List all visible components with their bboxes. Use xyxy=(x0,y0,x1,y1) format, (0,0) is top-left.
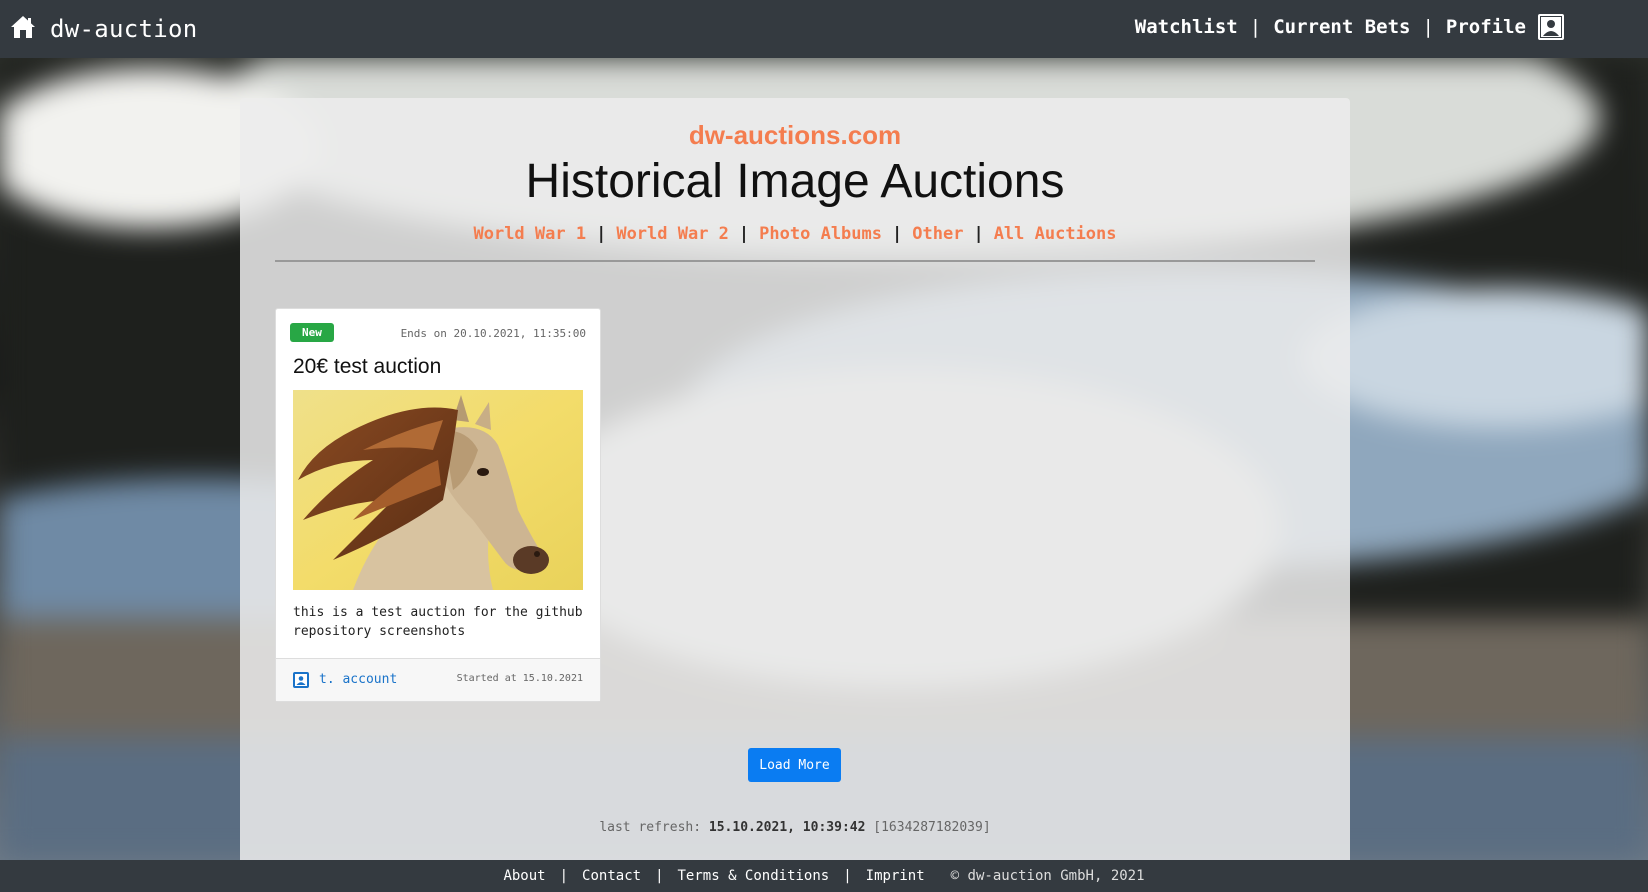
top-navbar: dw-auction Watchlist | Current Bets | Pr… xyxy=(0,0,1648,58)
status-badge: New xyxy=(290,323,334,342)
category-separator: | xyxy=(973,224,984,244)
user-icon xyxy=(293,672,309,688)
load-more-button[interactable]: Load More xyxy=(748,748,841,782)
category-other[interactable]: Other xyxy=(912,224,963,244)
auction-card[interactable]: New Ends on 20.10.2021, 11:35:00 20€ tes… xyxy=(275,308,601,702)
page-title: Historical Image Auctions xyxy=(525,155,1065,208)
category-world-war-2[interactable]: World War 2 xyxy=(616,224,729,244)
brand-name: dw-auction xyxy=(50,15,198,43)
card-footer: t. account Started at 15.10.2021 xyxy=(276,658,600,701)
category-separator: | xyxy=(892,224,903,244)
footer-terms-link[interactable]: Terms & Conditions xyxy=(678,868,830,884)
footer-separator: | xyxy=(655,868,664,884)
watchlist-link[interactable]: Watchlist xyxy=(1135,16,1238,38)
brand-link[interactable]: dw-auction xyxy=(10,0,198,58)
current-bets-link[interactable]: Current Bets xyxy=(1273,16,1410,38)
refresh-label: last refresh: xyxy=(599,820,702,835)
category-separator: | xyxy=(738,224,750,244)
auction-start-date: Started at 15.10.2021 xyxy=(456,673,583,684)
page-footer: About | Contact | Terms & Conditions | I… xyxy=(0,860,1648,892)
auction-image[interactable] xyxy=(293,390,583,590)
footer-about-link[interactable]: About xyxy=(503,868,545,884)
user-icon[interactable] xyxy=(1538,14,1564,40)
home-icon xyxy=(10,15,36,43)
category-world-war-1[interactable]: World War 1 xyxy=(473,224,586,244)
refresh-datetime: 15.10.2021, 10:39:42 xyxy=(708,820,866,835)
user-nav: Watchlist | Current Bets | Profile xyxy=(1135,0,1564,54)
category-nav: World War 1 | World War 2 | Photo Albums | Oth… xyxy=(240,224,1350,244)
site-name: dw-auctions.com xyxy=(688,120,902,150)
footer-separator: | xyxy=(843,868,852,884)
category-all-auctions[interactable]: All Auctions xyxy=(994,224,1117,244)
category-photo-albums[interactable]: Photo Albums xyxy=(759,224,882,244)
last-refresh: last refresh: 15.10.2021, 10:39:42 [1634… xyxy=(240,820,1350,835)
category-separator: | xyxy=(596,224,607,244)
nav-separator: | xyxy=(1249,16,1262,38)
profile-link[interactable]: Profile xyxy=(1446,16,1526,38)
main-panel: dw-auctions.com Historical Image Auction… xyxy=(240,98,1350,860)
nav-separator: | xyxy=(1422,16,1434,38)
header-divider xyxy=(275,260,1315,262)
auction-description: this is a test auction for the github re… xyxy=(293,605,583,639)
refresh-timestamp: [1634287182039] xyxy=(873,820,991,835)
footer-separator: | xyxy=(559,868,569,884)
footer-imprint-link[interactable]: Imprint xyxy=(866,868,925,884)
auction-end-time: Ends on 20.10.2021, 11:35:00 xyxy=(400,327,586,340)
seller-link[interactable]: t. account xyxy=(319,672,397,687)
footer-copyright: © dw-auction GmbH, 2021 xyxy=(950,868,1145,884)
auction-title[interactable]: 20€ test auction xyxy=(293,355,441,379)
footer-contact-link[interactable]: Contact xyxy=(582,868,641,884)
